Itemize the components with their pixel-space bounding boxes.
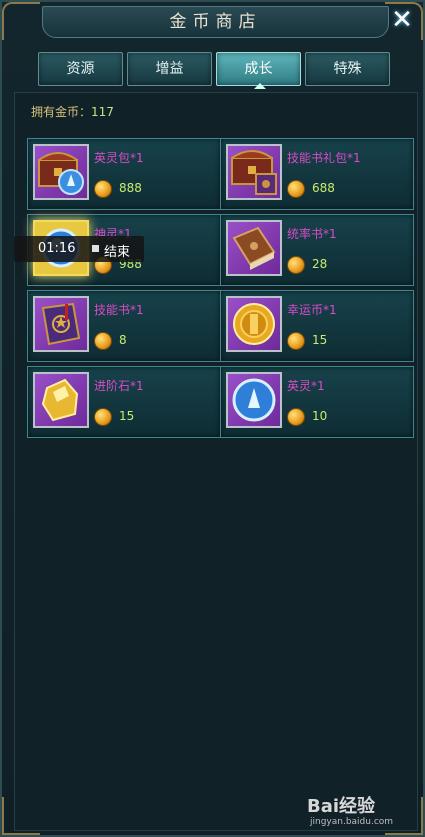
watermark-logo: Bai经验 — [307, 796, 376, 817]
shop-item-yingling-pack[interactable]: 英灵包*1 888 — [27, 138, 221, 210]
shop-item-skill-book[interactable]: 技能书*1 8 — [27, 290, 221, 362]
tab-growth-label: 成长 — [244, 61, 273, 77]
recording-time: 01:16 — [38, 241, 76, 256]
item-name: 统率书*1 — [287, 227, 337, 241]
item-name: 技能书礼包*1 — [287, 151, 361, 165]
gold-coin-icon — [287, 180, 305, 198]
tab-buffs[interactable]: 增益 — [127, 52, 212, 86]
blue-spirit-orb-icon — [226, 372, 282, 428]
gold-balance-value: 117 — [91, 105, 114, 119]
item-name: 英灵包*1 — [94, 151, 144, 165]
gold-balance: 拥有金币：117 — [31, 103, 114, 120]
item-price: 15 — [312, 333, 328, 347]
gold-coin-icon — [287, 332, 305, 350]
window-title: 金币商店 — [169, 12, 262, 32]
close-button[interactable]: ✕ — [387, 6, 417, 36]
gold-coin-icon — [226, 296, 282, 352]
tab-bar: 资源 增益 成长 特殊 — [38, 52, 394, 89]
tab-growth[interactable]: 成长 — [216, 52, 301, 89]
watermark-url: jingyan.baidu.com — [310, 817, 394, 827]
brown-book-icon — [226, 220, 282, 276]
close-icon: ✕ — [391, 5, 413, 35]
shop-item-advance-stone[interactable]: 进阶石*1 15 — [27, 366, 221, 438]
stop-recording-button[interactable]: 结束 — [104, 241, 130, 260]
stop-icon — [92, 245, 99, 252]
item-name: 幸运币*1 — [287, 303, 337, 317]
recording-overlay[interactable]: 01:16 结束 — [14, 236, 144, 262]
frame-corner — [2, 2, 40, 40]
title-bar: 金币商店 — [42, 6, 389, 38]
shop-item-lucky-coin[interactable]: 幸运币*1 15 — [220, 290, 414, 362]
item-name: 英灵*1 — [287, 379, 325, 393]
item-price: 888 — [119, 181, 142, 195]
tab-resources[interactable]: 资源 — [38, 52, 123, 86]
treasure-chest-with-book-icon — [226, 144, 282, 200]
item-name: 技能书*1 — [94, 303, 144, 317]
gold-coin-icon — [287, 408, 305, 426]
tab-special[interactable]: 特殊 — [305, 52, 390, 86]
item-name: 进阶石*1 — [94, 379, 144, 393]
item-price: 688 — [312, 181, 335, 195]
active-tab-indicator-icon — [254, 83, 266, 89]
gold-coin-icon — [94, 332, 112, 350]
gold-balance-label: 拥有金币： — [31, 105, 92, 119]
purple-spellbook-icon — [33, 296, 89, 352]
item-price: 10 — [312, 409, 328, 423]
treasure-chest-with-orb-icon — [33, 144, 89, 200]
gold-coin-icon — [94, 408, 112, 426]
shop-window: 金币商店 ✕ 资源 增益 成长 特殊 拥有金币：117 英灵包*1 888 技能… — [0, 0, 425, 837]
gold-stone-icon — [33, 372, 89, 428]
item-price: 28 — [312, 257, 328, 271]
gold-coin-icon — [287, 256, 305, 274]
item-price: 8 — [119, 333, 127, 347]
shop-item-command-book[interactable]: 统率书*1 28 — [220, 214, 414, 286]
shop-item-yingling[interactable]: 英灵*1 10 — [220, 366, 414, 438]
gold-coin-icon — [94, 180, 112, 198]
shop-item-skillbook-pack[interactable]: 技能书礼包*1 688 — [220, 138, 414, 210]
item-price: 15 — [119, 409, 135, 423]
shop-panel: 拥有金币：117 英灵包*1 888 技能书礼包*1 688 神灵*1 988 … — [14, 92, 418, 831]
